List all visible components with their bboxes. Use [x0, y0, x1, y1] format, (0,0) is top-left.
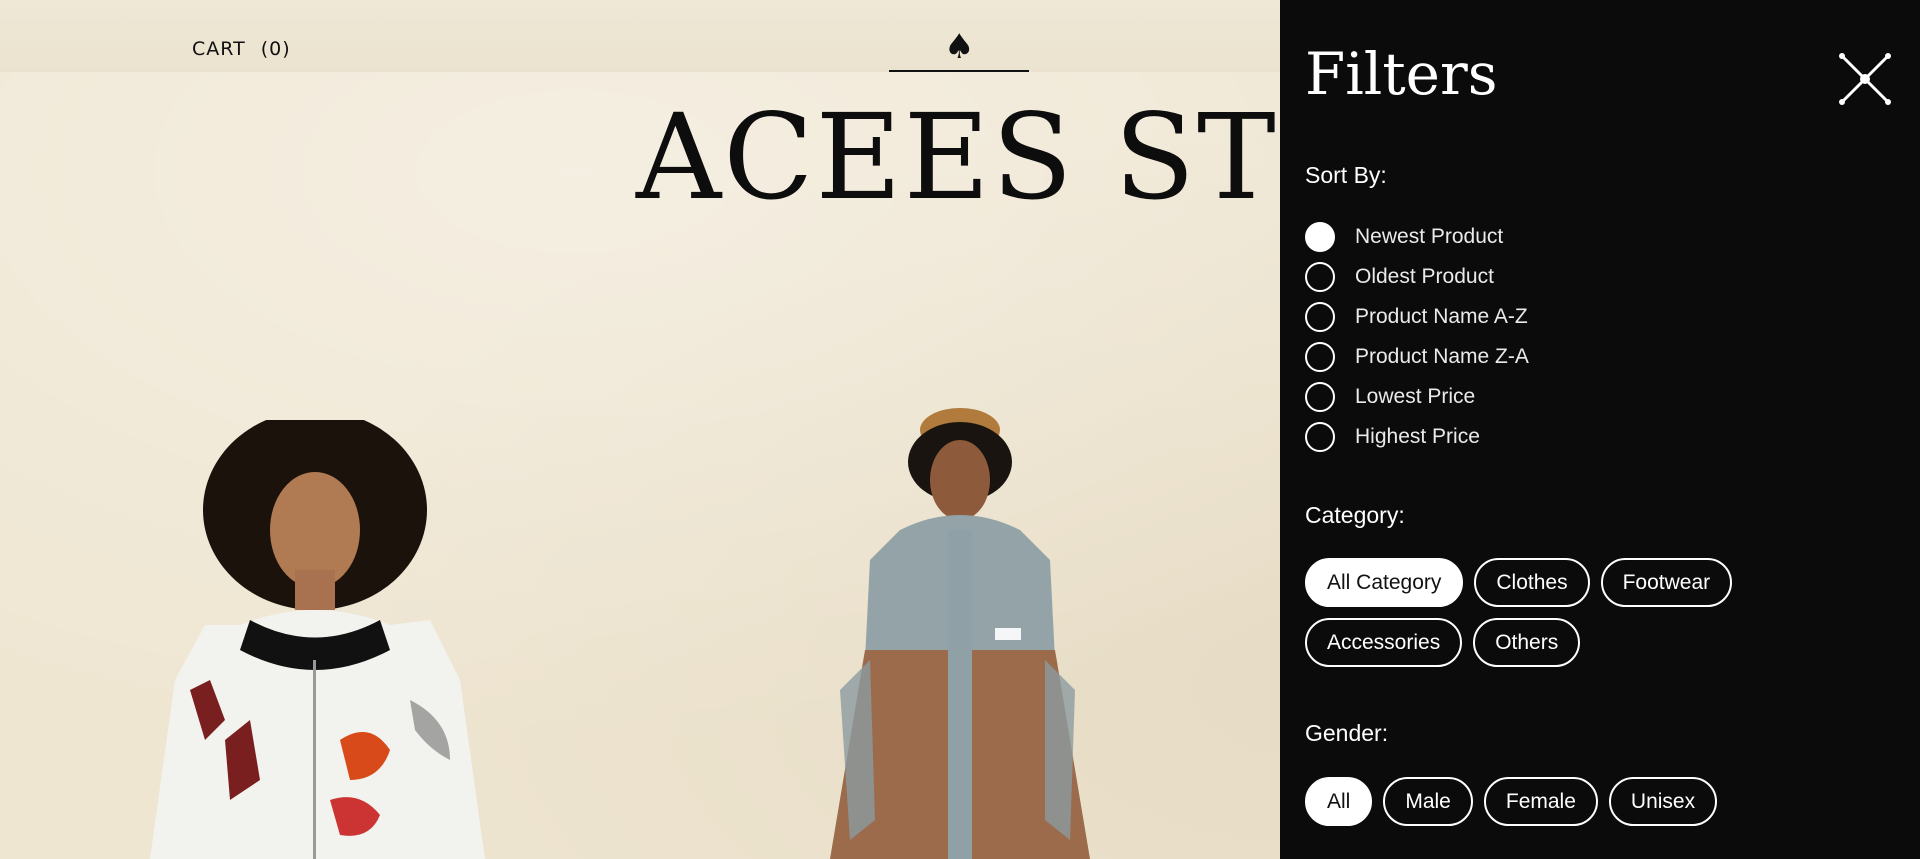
category-label: Category: — [1305, 502, 1405, 528]
sort-option-label: Newest Product — [1355, 225, 1504, 248]
gender-chip-male[interactable]: Male — [1383, 777, 1473, 826]
product-model-image[interactable] — [800, 400, 1120, 859]
category-chips: All Category Clothes Footwear Accessorie… — [1305, 558, 1865, 667]
sort-option-label: Oldest Product — [1355, 265, 1494, 288]
gender-chip-unisex[interactable]: Unisex — [1608, 777, 1718, 826]
close-icon — [1839, 53, 1891, 105]
radio-button[interactable] — [1305, 222, 1335, 252]
category-chip-others[interactable]: Others — [1473, 618, 1581, 667]
sort-option-label: Lowest Price — [1355, 385, 1476, 408]
logo-underline — [889, 70, 1029, 72]
gender-label: Gender: — [1305, 720, 1389, 746]
sort-option-label: Product Name A-Z — [1355, 305, 1528, 328]
product-model-image[interactable] — [130, 420, 510, 859]
store-logo[interactable]: ♠ — [889, 26, 1029, 72]
panel-title: Filters — [1305, 40, 1498, 108]
spade-icon: ♠ — [944, 27, 975, 67]
gender-chips: All Male Female Unisex — [1305, 777, 1865, 826]
category-chip-footwear[interactable]: Footwear — [1600, 558, 1733, 607]
sort-by-label: Sort By: — [1305, 162, 1387, 188]
category-chip-accessories[interactable]: Accessories — [1305, 618, 1463, 667]
close-button[interactable] — [1838, 52, 1892, 106]
sort-option-newest[interactable]: Newest Product — [1305, 217, 1529, 257]
sort-option-name-za[interactable]: Product Name Z-A — [1305, 337, 1529, 377]
sort-option-highest-price[interactable]: Highest Price — [1305, 417, 1529, 457]
radio-button[interactable] — [1305, 262, 1335, 292]
radio-button[interactable] — [1305, 382, 1335, 412]
gender-chip-all[interactable]: All — [1305, 777, 1373, 826]
sort-option-name-az[interactable]: Product Name A-Z — [1305, 297, 1529, 337]
radio-button[interactable] — [1305, 342, 1335, 372]
filters-panel: Filters Sort By: Newest Product Oldest P… — [1280, 0, 1920, 859]
gender-chip-female[interactable]: Female — [1483, 777, 1598, 826]
sort-option-lowest-price[interactable]: Lowest Price — [1305, 377, 1529, 417]
sort-option-label: Product Name Z-A — [1355, 345, 1529, 368]
category-chip-all[interactable]: All Category — [1305, 558, 1464, 607]
cart-label: CART — [192, 38, 246, 60]
sort-option-oldest[interactable]: Oldest Product — [1305, 257, 1529, 297]
category-chip-clothes[interactable]: Clothes — [1474, 558, 1590, 607]
cart-count: (0) — [260, 38, 291, 60]
cart-link[interactable]: CART (0) — [192, 38, 291, 60]
radio-button[interactable] — [1305, 302, 1335, 332]
radio-button[interactable] — [1305, 422, 1335, 452]
sort-options: Newest Product Oldest Product Product Na… — [1305, 217, 1529, 457]
sort-option-label: Highest Price — [1355, 425, 1480, 448]
